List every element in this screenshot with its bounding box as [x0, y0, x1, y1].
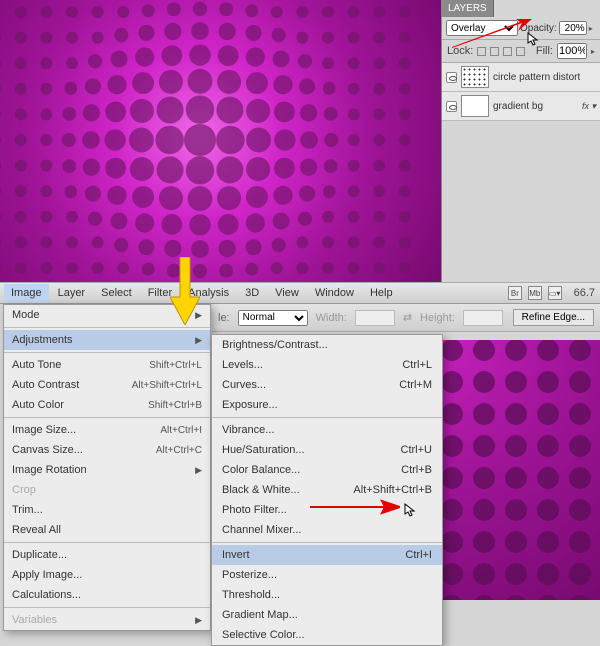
- menu-select[interactable]: Select: [94, 284, 139, 302]
- chevron-down-icon[interactable]: ▸: [589, 24, 593, 33]
- menu-layer[interactable]: Layer: [51, 284, 93, 302]
- style-label: le:: [218, 312, 230, 324]
- menu-item-gradient-map-[interactable]: Gradient Map...: [212, 605, 442, 625]
- visibility-eye-icon[interactable]: [446, 101, 457, 112]
- layer-thumbnail[interactable]: [461, 66, 489, 88]
- refine-edge-button[interactable]: Refine Edge...: [513, 309, 594, 326]
- menu-item-image-size-[interactable]: Image Size...Alt+Ctrl+I: [4, 420, 210, 440]
- mini-bridge-icon[interactable]: Mb: [528, 286, 542, 300]
- menu-item-crop: Crop: [4, 480, 210, 500]
- fx-icon[interactable]: fx ▾: [582, 101, 596, 112]
- menu-item-curves-[interactable]: Curves...Ctrl+M: [212, 375, 442, 395]
- canvas-document[interactable]: [0, 0, 441, 282]
- layer-row[interactable]: circle pattern distort: [442, 63, 600, 92]
- menu-item-photo-filter-[interactable]: Photo Filter...: [212, 500, 442, 520]
- blend-mode-select[interactable]: Overlay: [446, 20, 518, 36]
- layers-panel: LAYERS Overlay Opacity: ▸ Lock: Fill: ▸ …: [441, 0, 600, 282]
- height-input: [463, 310, 503, 326]
- menu-item-mode[interactable]: Mode▶: [4, 305, 210, 325]
- lock-all-icon[interactable]: [516, 47, 525, 56]
- menubar-right: Br Mb ▭▾ 66.7: [503, 282, 600, 304]
- layer-row[interactable]: gradient bg fx ▾: [442, 92, 600, 121]
- canvas-pattern: [0, 0, 441, 282]
- lock-transparency-icon[interactable]: [477, 47, 486, 56]
- height-label: Height:: [420, 312, 455, 324]
- lock-position-icon[interactable]: [503, 47, 512, 56]
- menu-help[interactable]: Help: [363, 284, 400, 302]
- menu-item-auto-contrast[interactable]: Auto ContrastAlt+Shift+Ctrl+L: [4, 375, 210, 395]
- layer-name-label: gradient bg: [493, 101, 543, 112]
- visibility-eye-icon[interactable]: [446, 72, 457, 83]
- menu-item-apply-image-[interactable]: Apply Image...: [4, 565, 210, 585]
- layer-thumbnail[interactable]: [461, 95, 489, 117]
- swap-icon[interactable]: ⇄: [403, 311, 412, 324]
- opacity-input[interactable]: [559, 21, 587, 35]
- menu-item-hue-saturation-[interactable]: Hue/Saturation...Ctrl+U: [212, 440, 442, 460]
- menu-image[interactable]: Image: [4, 284, 49, 302]
- menu-item-calculations-[interactable]: Calculations...: [4, 585, 210, 605]
- menu-item-auto-color[interactable]: Auto ColorShift+Ctrl+B: [4, 395, 210, 415]
- menu-item-posterize-[interactable]: Posterize...: [212, 565, 442, 585]
- options-bar: le: Normal Width: ⇄ Height: Refine Edge.…: [212, 304, 600, 332]
- menu-filter[interactable]: Filter: [141, 284, 179, 302]
- lock-pixels-icon[interactable]: [490, 47, 499, 56]
- adjustments-submenu: Brightness/Contrast...Levels...Ctrl+LCur…: [211, 334, 443, 646]
- screen-mode-icon[interactable]: ▭▾: [548, 286, 562, 300]
- menu-item-brightness-contrast-[interactable]: Brightness/Contrast...: [212, 335, 442, 355]
- menu-item-vibrance-[interactable]: Vibrance...: [212, 420, 442, 440]
- layer-name-label: circle pattern distort: [493, 72, 580, 83]
- menu-item-adjustments[interactable]: Adjustments▶: [4, 330, 210, 350]
- opacity-label: Opacity:: [520, 23, 557, 34]
- chevron-down-icon[interactable]: ▸: [591, 47, 595, 56]
- menu-item-duplicate-[interactable]: Duplicate...: [4, 545, 210, 565]
- menubar: ImageLayerSelectFilterAnalysis3DViewWind…: [0, 282, 503, 304]
- menu-window[interactable]: Window: [308, 284, 361, 302]
- menu-item-canvas-size-[interactable]: Canvas Size...Alt+Ctrl+C: [4, 440, 210, 460]
- menu-view[interactable]: View: [268, 284, 306, 302]
- zoom-level: 66.7: [574, 287, 595, 299]
- menu-item-selective-color-[interactable]: Selective Color...: [212, 625, 442, 645]
- menu-item-levels-[interactable]: Levels...Ctrl+L: [212, 355, 442, 375]
- menu-item-threshold-[interactable]: Threshold...: [212, 585, 442, 605]
- image-menu-dropdown: Mode▶Adjustments▶Auto ToneShift+Ctrl+LAu…: [3, 304, 211, 631]
- menu-item-trim-[interactable]: Trim...: [4, 500, 210, 520]
- menu-item-channel-mixer-[interactable]: Channel Mixer...: [212, 520, 442, 540]
- menu-item-exposure-[interactable]: Exposure...: [212, 395, 442, 415]
- menu-3d[interactable]: 3D: [238, 284, 266, 302]
- menu-item-black-white-[interactable]: Black & White...Alt+Shift+Ctrl+B: [212, 480, 442, 500]
- canvas-pattern-lower: [442, 340, 600, 600]
- menu-item-auto-tone[interactable]: Auto ToneShift+Ctrl+L: [4, 355, 210, 375]
- style-select[interactable]: Normal: [238, 310, 308, 326]
- width-input: [355, 310, 395, 326]
- fill-input[interactable]: [557, 43, 587, 59]
- fill-label: Fill:: [536, 45, 553, 57]
- width-label: Width:: [316, 312, 347, 324]
- lock-label: Lock:: [447, 45, 473, 57]
- canvas-document-lower[interactable]: [442, 340, 600, 600]
- menu-item-invert[interactable]: InvertCtrl+I: [212, 545, 442, 565]
- menu-item-image-rotation[interactable]: Image Rotation▶: [4, 460, 210, 480]
- menu-item-color-balance-[interactable]: Color Balance...Ctrl+B: [212, 460, 442, 480]
- menu-item-variables: Variables▶: [4, 610, 210, 630]
- bridge-icon[interactable]: Br: [508, 286, 522, 300]
- menu-item-reveal-all[interactable]: Reveal All: [4, 520, 210, 540]
- menu-analysis[interactable]: Analysis: [181, 284, 236, 302]
- layers-tab[interactable]: LAYERS: [442, 0, 494, 17]
